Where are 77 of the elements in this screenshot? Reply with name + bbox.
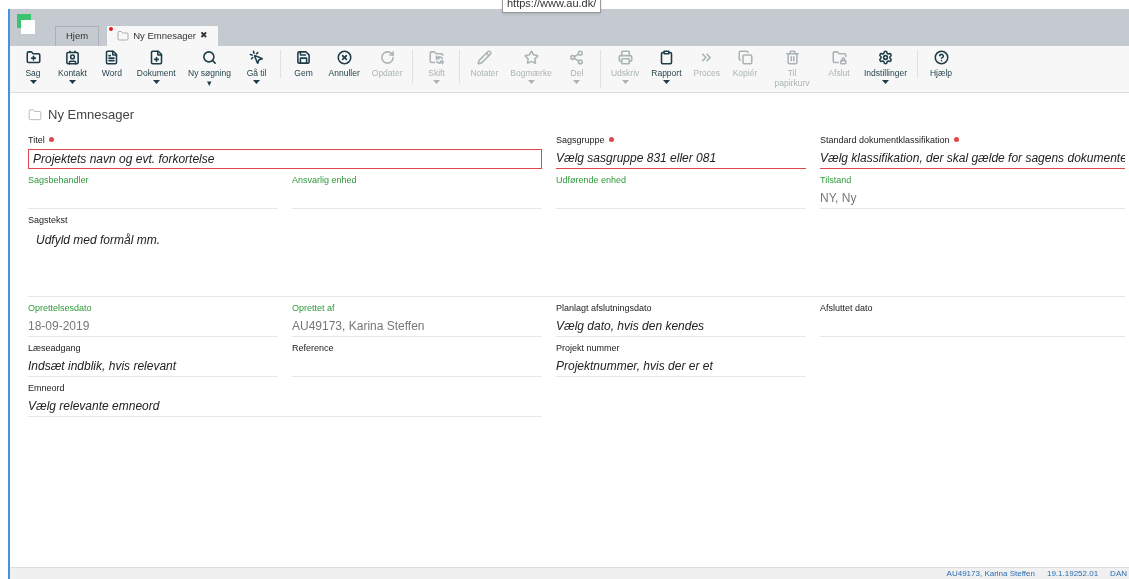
required-mark xyxy=(608,136,614,142)
field-label: Ansvarlig enhed xyxy=(292,173,357,187)
help-icon xyxy=(933,50,949,65)
status-text: DAN xyxy=(1110,567,1127,579)
folder-plus-icon xyxy=(25,50,41,65)
field-label: Tilstand xyxy=(820,173,852,187)
field-label: Udførende enhed xyxy=(556,173,627,187)
toolbar-button[interactable]: Dokument xyxy=(130,50,182,84)
tab[interactable]: Ny Emnesager ✖ xyxy=(107,26,218,46)
caret-icon xyxy=(253,80,261,84)
folder-sync-icon xyxy=(429,50,444,65)
toolbar-button[interactable]: Word xyxy=(92,50,131,78)
field-label: Oprettelsesdato xyxy=(28,301,92,315)
input-field[interactable]: AU49173, Karina Steffen xyxy=(292,316,542,337)
share-icon xyxy=(569,50,585,65)
file-plus-icon xyxy=(148,50,164,65)
close-button[interactable]: ✖ xyxy=(200,29,208,43)
field-label: Afsluttet dato xyxy=(820,301,873,315)
search-icon xyxy=(202,50,218,65)
field-label: Sagstekst xyxy=(28,213,68,227)
field-label: Læseadgang xyxy=(28,341,81,355)
toolbar-button[interactable]: Rapport xyxy=(645,50,688,84)
trash-icon xyxy=(784,50,800,65)
caret-icon xyxy=(573,80,581,84)
caret-icon xyxy=(29,80,37,84)
caret-icon xyxy=(433,80,440,84)
caret-icon xyxy=(662,80,670,84)
toolbar-button[interactable]: Sag xyxy=(14,50,52,84)
save-icon xyxy=(296,50,312,65)
field-label: Projekt nummer xyxy=(556,341,620,355)
tab-label: Hjem xyxy=(66,29,89,44)
field-label: Planlagt afslutningsdato xyxy=(556,301,652,315)
caret-icon xyxy=(527,80,535,84)
pointer-icon xyxy=(249,50,265,65)
field-label: Emneord xyxy=(28,381,65,395)
toolbar-button[interactable]: Ny søgning ▾ xyxy=(181,50,238,88)
copy-icon xyxy=(737,50,753,65)
page-title: Ny Emnesager xyxy=(48,106,134,124)
printer-icon xyxy=(617,50,633,65)
star-icon xyxy=(523,50,539,65)
input-field[interactable]: 18-09-2019 xyxy=(28,316,278,337)
caret-icon xyxy=(621,80,629,84)
clipboard-icon xyxy=(658,50,674,65)
toolbar-button[interactable]: Indstillinger xyxy=(858,50,913,84)
close-circle-icon xyxy=(336,50,352,65)
folder-lock-icon xyxy=(831,50,847,65)
toolbar-button[interactable]: Kontakt xyxy=(52,50,93,84)
field-label: Titel xyxy=(28,133,45,147)
tab-label: Ny Emnesager xyxy=(133,28,196,43)
tooltip: https://www.au.dk/ xyxy=(502,0,602,13)
input-field[interactable]: Vælg sasgruppe 831 eller 081 xyxy=(556,148,806,169)
field-label: Sagsbehandler xyxy=(28,173,89,187)
caret-icon xyxy=(882,80,889,84)
status-text: AU49173, Karina Steffen xyxy=(946,567,1035,579)
required-mark xyxy=(953,136,959,142)
input-field[interactable]: NY, Ny xyxy=(820,188,1125,209)
contact-card-icon xyxy=(64,50,80,65)
caret-icon xyxy=(152,80,160,84)
toolbar-button[interactable]: Annuller xyxy=(322,50,366,78)
tab[interactable]: Hjem xyxy=(55,26,100,46)
field-label: Oprettet af xyxy=(292,301,335,315)
folder-icon xyxy=(117,30,130,42)
required-mark xyxy=(48,136,54,142)
field-label: Reference xyxy=(292,341,334,355)
toolbar-button[interactable]: Gå til xyxy=(237,50,276,84)
pencil-icon xyxy=(476,50,492,65)
input-field[interactable]: Projektets navn og evt. forkortelse xyxy=(28,148,542,169)
caret-icon xyxy=(68,80,76,84)
folder-icon xyxy=(28,107,42,122)
settings-icon xyxy=(878,50,893,65)
document-icon xyxy=(104,50,120,65)
status-text: 19.1.19252.01 xyxy=(1046,567,1099,579)
refresh-icon xyxy=(379,50,395,65)
field-label: Standard dokumentklassifikation xyxy=(820,133,950,147)
field-label: Sagsgruppe xyxy=(556,133,605,147)
toolbar-button[interactable]: Gem xyxy=(284,50,323,78)
toolbar-button[interactable]: Hjælp xyxy=(922,50,960,78)
